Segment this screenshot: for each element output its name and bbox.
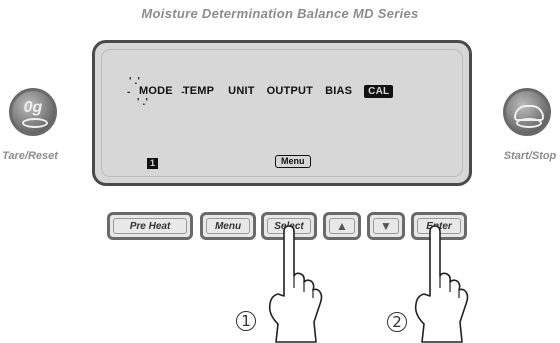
tare-reset-button[interactable]: 0g — [9, 88, 57, 136]
zero-gram-glyph: 0g — [23, 99, 43, 116]
menu-item-bias: BIAS — [325, 85, 353, 97]
down-arrow-key[interactable]: ▼ — [367, 212, 405, 240]
start-stop-pan-icon — [516, 118, 542, 128]
menu-item-output: OUTPUT — [266, 85, 314, 97]
menu-item-unit: UNIT — [228, 85, 255, 97]
menu-key[interactable]: Menu — [200, 212, 256, 240]
menu-item-mode: ' .' - MODE - ' .' — [127, 77, 185, 108]
blink-indicator-icon: ' .' — [129, 76, 141, 87]
preheat-key-label: Pre Heat — [129, 220, 171, 232]
tare-pan-icon — [22, 118, 48, 128]
device-title: Moisture Determination Balance MD Series — [141, 6, 419, 21]
lcd-page-number: 1 — [147, 158, 159, 169]
menu-item-temp: TEMP — [182, 85, 215, 97]
blink-indicator-icon: - — [127, 87, 131, 98]
pointing-hand-icon — [414, 225, 469, 343]
up-arrow-icon: ▲ — [336, 219, 348, 233]
balance-control-panel: Moisture Determination Balance MD Series… — [0, 0, 560, 343]
menu-item-mode-label: MODE — [139, 85, 173, 97]
preheat-key[interactable]: Pre Heat — [107, 212, 193, 240]
pointing-hand-icon — [268, 225, 323, 343]
menu-key-label: Menu — [214, 220, 242, 232]
start-stop-label: Start/Stop — [503, 150, 557, 162]
menu-item-cal: CAL — [364, 84, 394, 98]
blink-indicator-icon: ' .' — [137, 97, 149, 108]
lcd-menu-indicator: Menu — [275, 155, 311, 168]
tare-reset-label: Tare/Reset — [2, 150, 58, 162]
step-two-marker: 2 — [387, 312, 407, 332]
down-arrow-icon: ▼ — [380, 219, 392, 233]
lcd-display: ' .' - MODE - ' .' TEMP UNIT OUTPUT BIAS… — [92, 40, 472, 186]
lcd-menu-row: ' .' - MODE - ' .' TEMP UNIT OUTPUT BIAS… — [127, 77, 451, 108]
start-stop-button[interactable] — [503, 88, 551, 136]
blink-indicator-icon: - — [181, 87, 185, 98]
step-one-marker: 1 — [236, 311, 256, 331]
